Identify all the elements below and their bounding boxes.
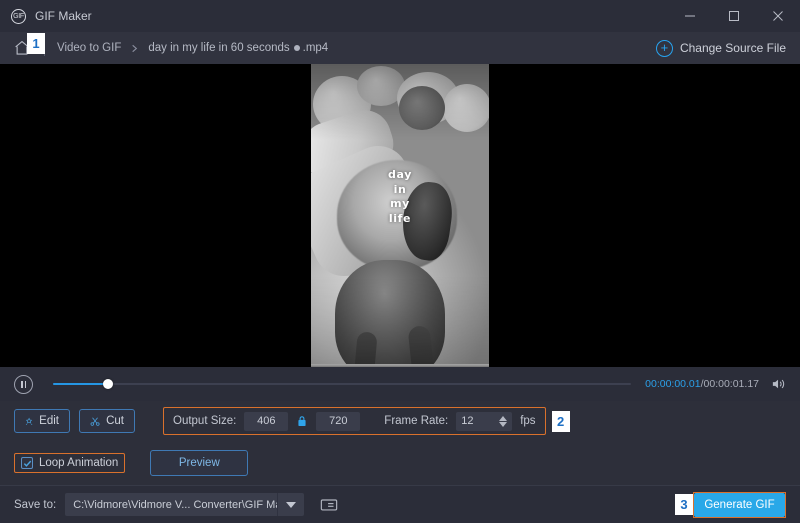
- caption-line-1: day: [388, 168, 412, 181]
- caret-down-icon[interactable]: [277, 493, 305, 516]
- lock-icon[interactable]: [296, 415, 308, 428]
- frame-rate-value: 12: [461, 415, 474, 427]
- gif-maker-window: GIF GIF Maker Video to GIF day in my lif…: [0, 0, 800, 523]
- frame-rate-stepper[interactable]: [499, 415, 508, 427]
- cut-button-label: Cut: [106, 415, 124, 427]
- breadcrumb-section[interactable]: Video to GIF: [57, 42, 121, 54]
- playback-bar: 00:00:00.01/00:00:01.17: [0, 367, 800, 401]
- window-title: GIF Maker: [35, 9, 92, 23]
- edit-button-label: Edit: [39, 415, 59, 427]
- generate-gif-label: Generate GIF: [704, 498, 775, 511]
- frame-rate-label: Frame Rate:: [384, 415, 449, 427]
- settings-panel: Edit Cut Output Size: 406 720 Frame Rate…: [0, 33, 800, 485]
- maximize-icon[interactable]: [712, 0, 756, 32]
- frame-rate-unit: fps: [520, 415, 536, 427]
- progress-fill: [53, 382, 108, 386]
- chevron-right-icon: [129, 43, 140, 54]
- save-to-label: Save to:: [14, 498, 57, 511]
- breadcrumb-file: day in my life in 60 seconds .mp4: [148, 42, 328, 54]
- cut-button[interactable]: Cut: [79, 409, 135, 433]
- progress-track: [53, 382, 632, 386]
- step-badge-1-wrap: 1: [27, 33, 45, 54]
- plus-circle-icon: +: [655, 39, 673, 57]
- output-settings-highlight: Output Size: 406 720 Frame Rate: 12 fps: [163, 407, 546, 435]
- caption-line-4: life: [388, 211, 412, 225]
- output-settings-row: Edit Cut Output Size: 406 720 Frame Rate…: [14, 401, 786, 441]
- preview-button-label: Preview: [178, 457, 220, 469]
- step-badge-3: 3: [675, 494, 693, 515]
- generate-gif-highlight: Generate GIF: [693, 491, 786, 518]
- loop-animation-checkbox[interactable]: Loop Animation: [14, 453, 126, 473]
- step-badge-2: 2: [551, 410, 570, 432]
- video-frame[interactable]: day in my life: [311, 64, 489, 367]
- caption-line-3: my: [390, 197, 410, 211]
- progress-slider[interactable]: [53, 377, 632, 391]
- file-dot-icon: [293, 45, 300, 51]
- breadcrumb-file-name: day in my life in 60 seconds: [148, 42, 290, 54]
- minimize-icon[interactable]: [668, 0, 712, 32]
- change-source-file-button[interactable]: + Change Source File: [655, 32, 786, 64]
- total-time: /00:00:01.17: [700, 378, 759, 390]
- change-source-file-label: Change Source File: [679, 41, 786, 55]
- volume-icon[interactable]: [771, 377, 786, 391]
- caption-line-2: in: [393, 182, 407, 196]
- save-path-input[interactable]: C:\Vidmore\Vidmore V... Converter\GIF Ma…: [65, 493, 278, 516]
- breadcrumb-file-ext: .mp4: [302, 42, 329, 54]
- current-time: 00:00:00.01: [645, 378, 701, 390]
- output-height-input[interactable]: 720: [316, 411, 361, 431]
- pause-icon[interactable]: [14, 374, 33, 394]
- output-width-input[interactable]: 406: [244, 411, 289, 431]
- gif-app-logo-icon: GIF: [11, 8, 26, 24]
- checkmark-icon: [21, 457, 33, 469]
- video-caption-overlay: day in my life: [311, 168, 489, 226]
- chevron-up-icon: [499, 415, 508, 421]
- progress-handle[interactable]: [102, 379, 113, 389]
- output-size-label: Output Size:: [173, 415, 237, 427]
- generate-gif-wrap: 3 Generate GIF: [675, 491, 786, 518]
- close-icon[interactable]: [756, 0, 800, 32]
- edit-button[interactable]: Edit: [14, 409, 70, 433]
- folder-open-icon[interactable]: [317, 495, 341, 515]
- footer-bar: Save to: C:\Vidmore\Vidmore V... Convert…: [0, 485, 800, 523]
- step-badge-1: 1: [27, 33, 45, 54]
- preview-button[interactable]: Preview: [150, 450, 249, 476]
- loop-preview-row: Loop Animation Preview 1: [14, 33, 786, 485]
- video-preview-stage: day in my life: [0, 64, 800, 367]
- title-bar: GIF GIF Maker: [0, 0, 800, 32]
- chevron-down-icon: [499, 421, 508, 427]
- time-display: 00:00:00.01/00:00:01.17: [645, 378, 759, 390]
- breadcrumb-bar: Video to GIF day in my life in 60 second…: [0, 32, 800, 64]
- generate-gif-button[interactable]: Generate GIF: [694, 492, 785, 517]
- window-controls: [668, 0, 800, 32]
- frame-rate-input[interactable]: 12: [456, 411, 513, 431]
- loop-animation-label: Loop Animation: [39, 457, 119, 469]
